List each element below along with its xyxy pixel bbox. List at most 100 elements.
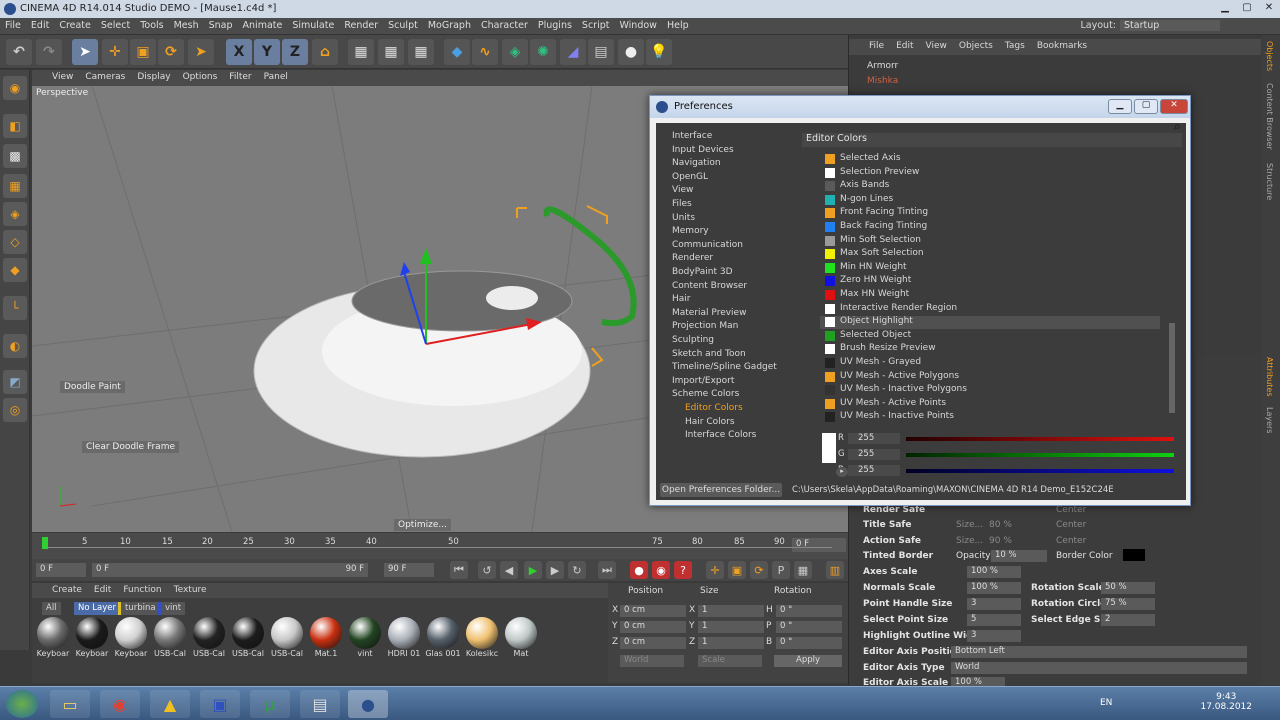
color-swatch[interactable]	[825, 249, 835, 260]
snap-icon[interactable]: ◩	[3, 370, 27, 394]
color-list-item[interactable]: Axis Bands	[820, 180, 1160, 193]
timeline-window-icon[interactable]: ▥	[826, 561, 844, 579]
color-mode-toggle-icon[interactable]: ▸	[836, 467, 848, 477]
menu-animate[interactable]: Animate	[238, 18, 288, 31]
start-frame-field[interactable]: 0 F	[36, 563, 86, 577]
y-axis-icon[interactable]: Y	[254, 39, 280, 65]
color-swatch[interactable]	[825, 385, 835, 396]
select-point-size-label[interactable]: Select Point Size	[863, 615, 948, 625]
search-icon[interactable]: ⌕	[1174, 119, 1181, 134]
color-list-item[interactable]: Brush Resize Preview	[820, 343, 1160, 356]
coordinate-system-icon[interactable]: ⌂	[312, 39, 338, 65]
color-swatch[interactable]	[825, 344, 835, 355]
autokey-icon[interactable]: ◉	[652, 561, 670, 579]
edges-mode-icon[interactable]: ◇	[3, 230, 27, 254]
tree-item[interactable]: Content Browser	[672, 281, 747, 291]
color-swatch[interactable]	[825, 194, 835, 205]
color-list-item[interactable]: Back Facing Tinting	[820, 221, 1160, 234]
tree-item[interactable]: Timeline/Spline Gadget	[672, 362, 777, 372]
g-slider[interactable]	[906, 453, 1174, 457]
render-settings-icon[interactable]: ▦	[408, 39, 434, 65]
color-list-item[interactable]: Interactive Render Region	[820, 303, 1160, 316]
material-tab-all[interactable]: All	[42, 602, 61, 615]
avast-icon[interactable]: ▲	[150, 690, 190, 718]
material-item[interactable]: HDRI 01	[385, 617, 423, 665]
title-safe-label[interactable]: Title Safe	[863, 520, 911, 530]
tree-item[interactable]: Material Preview	[672, 308, 746, 318]
menu-create[interactable]: Create	[54, 18, 96, 31]
timeline-ruler[interactable]: 0 5 10 15 20 25 30 35 40 50 75 80 85 90 …	[32, 533, 848, 559]
redo-icon[interactable]: ↷	[36, 39, 62, 65]
menu-mesh[interactable]: Mesh	[169, 18, 204, 31]
material-item[interactable]: Mat.1	[307, 617, 345, 665]
z-axis-icon[interactable]: Z	[282, 39, 308, 65]
color-swatch[interactable]	[825, 371, 835, 382]
menu-mograph[interactable]: MoGraph	[423, 18, 476, 31]
render-picture-viewer-icon[interactable]: ▦	[378, 39, 404, 65]
color-swatch[interactable]	[825, 262, 835, 273]
minimize-button[interactable]: ▁	[1216, 2, 1234, 15]
material-item[interactable]: USB-Cal	[151, 617, 189, 665]
color-list-item[interactable]: Front Facing Tinting	[820, 207, 1160, 220]
side-tab-layers[interactable]: Layers	[1265, 407, 1274, 433]
rotation-scale-label[interactable]: Rotation Scale	[1031, 583, 1105, 593]
r-slider[interactable]	[906, 437, 1174, 441]
current-frame-field[interactable]: 0 F	[792, 538, 846, 552]
tree-item[interactable]: BodyPaint 3D	[672, 267, 733, 277]
tree-item[interactable]: Interface Colors	[685, 430, 756, 440]
pos-z-field[interactable]: 0 cm	[620, 637, 686, 649]
color-list-item[interactable]: Selection Preview	[820, 167, 1160, 180]
material-item[interactable]: USB-Cal	[190, 617, 228, 665]
world-dropdown[interactable]: World	[620, 655, 684, 667]
workplane-icon[interactable]: ▦	[3, 174, 27, 198]
tree-item[interactable]: Navigation	[672, 158, 721, 168]
next-key-icon[interactable]: ↻	[568, 561, 586, 579]
menu-tools[interactable]: Tools	[135, 18, 168, 31]
position-key-icon[interactable]: ✛	[706, 561, 724, 579]
menu-select[interactable]: Select	[96, 18, 135, 31]
normals-scale-label[interactable]: Normals Scale	[863, 583, 935, 593]
tree-item[interactable]: Sculpting	[672, 335, 714, 345]
maximize-button[interactable]: ▢	[1238, 2, 1256, 15]
color-list-item[interactable]: UV Mesh - Inactive Points	[820, 411, 1160, 424]
cube-icon[interactable]: ◆	[444, 39, 470, 65]
viewport-menu-view[interactable]: View	[46, 70, 79, 82]
tree-item[interactable]: Import/Export	[672, 376, 734, 386]
go-to-start-icon[interactable]: ⏮	[450, 561, 468, 579]
color-swatch[interactable]	[825, 154, 835, 164]
object-menu-bookmarks[interactable]: Bookmarks	[1031, 39, 1093, 53]
color-list-item[interactable]: Max HN Weight	[820, 289, 1160, 302]
color-list-item[interactable]: Selected Axis	[820, 153, 1160, 166]
dialog-maximize-button[interactable]: ▢	[1134, 99, 1158, 114]
material-tab-turbina[interactable]: turbina	[118, 602, 160, 615]
r-value-field[interactable]: 255	[848, 433, 900, 444]
timeline-playhead[interactable]	[42, 537, 48, 549]
pos-y-field[interactable]: 0 cm	[620, 621, 686, 633]
g-value-field[interactable]: 255	[848, 449, 900, 460]
color-swatch[interactable]	[825, 317, 835, 328]
axes-scale-field[interactable]: 100 %	[967, 566, 1021, 578]
tree-item[interactable]: Memory	[672, 226, 709, 236]
close-button[interactable]: ✕	[1260, 2, 1278, 15]
editor-axis-position-dropdown[interactable]: Bottom Left	[951, 646, 1247, 658]
material-item[interactable]: Keyboar	[34, 617, 72, 665]
language-indicator[interactable]: EN	[1100, 698, 1112, 708]
color-swatch[interactable]	[825, 290, 835, 300]
color-list-item[interactable]: Selected Object	[820, 330, 1160, 343]
select-edge-size-field[interactable]: 2	[1101, 614, 1155, 626]
record-icon[interactable]: ●	[630, 561, 648, 579]
polygons-mode-icon[interactable]: ◆	[3, 258, 27, 282]
editor-axis-type-dropdown[interactable]: World	[951, 662, 1247, 674]
side-tab-attributes[interactable]: Attributes	[1265, 357, 1274, 397]
color-swatch[interactable]	[825, 330, 835, 341]
object-menu-edit[interactable]: Edit	[890, 39, 919, 53]
menu-script[interactable]: Script	[577, 18, 615, 31]
rotate-icon[interactable]: ⟳	[158, 39, 184, 65]
menu-file[interactable]: File	[0, 18, 26, 31]
rotation-key-icon[interactable]: ⟳	[750, 561, 768, 579]
color-list-item[interactable]: Max Soft Selection	[820, 248, 1160, 261]
rotation-circle-field[interactable]: 75 %	[1101, 598, 1155, 610]
pos-x-field[interactable]: 0 cm	[620, 605, 686, 617]
viewport-menu-panel[interactable]: Panel	[258, 70, 294, 82]
color-list-item[interactable]: Min HN Weight	[820, 262, 1160, 275]
